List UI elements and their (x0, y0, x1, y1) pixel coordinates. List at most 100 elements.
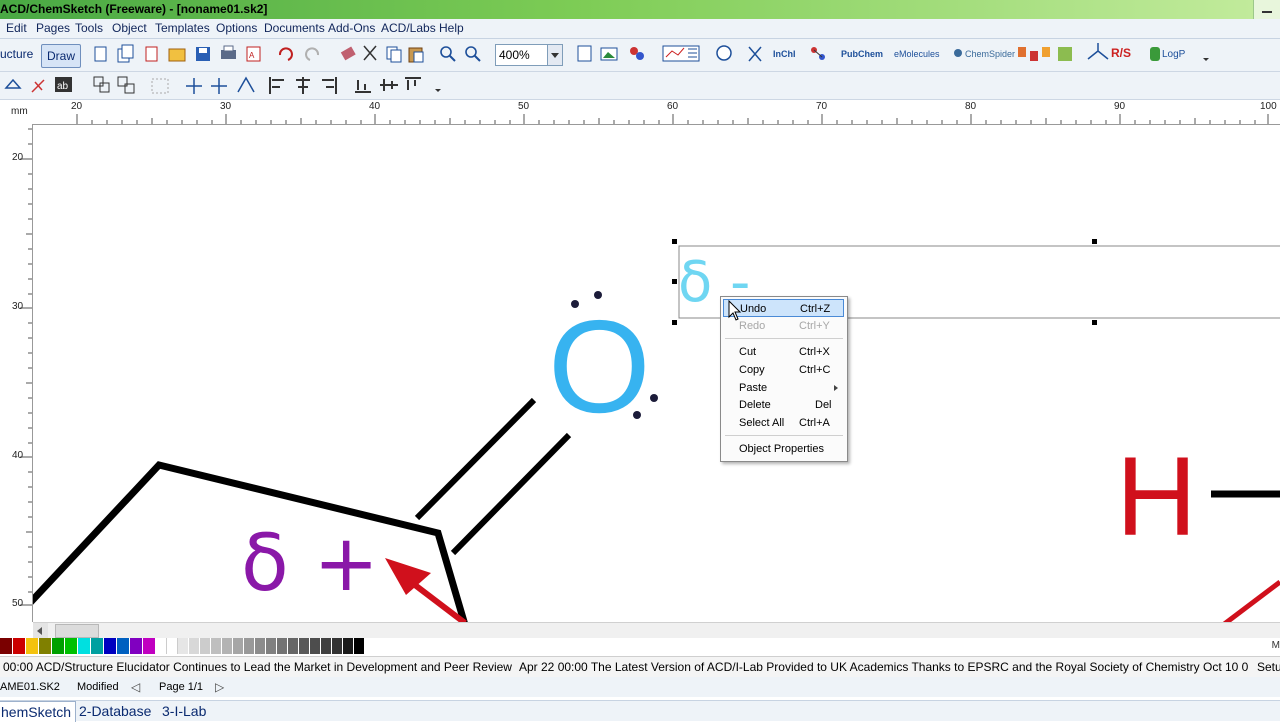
color-swatch[interactable] (13, 638, 26, 654)
selection-handle[interactable] (1092, 239, 1097, 244)
color-swatch[interactable] (78, 638, 91, 654)
color-swatch[interactable] (266, 638, 277, 654)
menu-add-ons[interactable]: Add-Ons (328, 21, 375, 35)
color-swatch[interactable] (65, 638, 78, 654)
menu-item-cut[interactable]: Cut Ctrl+X (723, 343, 844, 361)
export-pdf-icon[interactable]: A (246, 46, 261, 62)
color-swatch[interactable] (321, 638, 332, 654)
image-icon[interactable] (600, 47, 618, 61)
paste-icon[interactable] (408, 47, 424, 63)
color-swatch[interactable] (244, 638, 255, 654)
hydrogen-atom[interactable]: H (1116, 434, 1197, 559)
new-document-icon[interactable] (117, 44, 134, 63)
fit-page-icon[interactable] (577, 45, 592, 62)
align-middle-icon[interactable] (380, 79, 398, 91)
color-swatch[interactable] (0, 638, 13, 654)
color-swatch[interactable] (156, 638, 167, 654)
menu-tools[interactable]: Tools (75, 21, 103, 35)
new-page-icon[interactable] (94, 46, 107, 62)
color-swatch[interactable] (91, 638, 104, 654)
copy-icon[interactable] (386, 46, 402, 63)
toolbar-overflow-icon[interactable] (1203, 58, 1209, 61)
color-swatch[interactable] (222, 638, 233, 654)
color-swatch[interactable] (288, 638, 299, 654)
color-swatch[interactable] (130, 638, 143, 654)
menu-item-paste[interactable]: Paste (723, 379, 844, 397)
color-swatch[interactable] (117, 638, 130, 654)
menu-pages[interactable]: Pages (36, 21, 70, 35)
drawing-canvas[interactable]: δ - O δ + H (33, 125, 1280, 622)
emolecules-icon[interactable]: eMolecules (894, 49, 940, 59)
molecule-icon[interactable] (811, 47, 825, 60)
flip-horizontal-icon[interactable] (186, 78, 202, 94)
menu-documents[interactable]: Documents (264, 21, 325, 35)
align-bottom-icon[interactable] (355, 80, 371, 93)
selection-handle[interactable] (672, 320, 677, 325)
flip-icon[interactable] (31, 79, 45, 93)
group-icon[interactable] (93, 76, 110, 93)
undo-icon[interactable] (278, 47, 293, 61)
color-swatch[interactable] (178, 638, 189, 654)
open-icon[interactable] (168, 48, 186, 62)
selection-handle[interactable] (672, 239, 677, 244)
menu-help[interactable]: Help (439, 21, 464, 35)
color-swatch[interactable] (26, 638, 39, 654)
scroll-left-arrow[interactable] (33, 623, 48, 638)
rotate-icon[interactable] (4, 78, 22, 89)
color-swatch[interactable] (277, 638, 288, 654)
chevron-down-icon[interactable] (547, 45, 562, 65)
zoom-select[interactable]: 400% (495, 44, 563, 66)
color-swatch[interactable] (211, 638, 222, 654)
3d-viewer-icon[interactable] (630, 47, 644, 60)
tab-database[interactable]: 2-Database (79, 701, 151, 721)
color-swatch[interactable] (354, 638, 365, 654)
minimize-button[interactable] (1253, 0, 1280, 19)
color-swatch[interactable] (332, 638, 343, 654)
color-swatch[interactable] (104, 638, 117, 654)
save-icon[interactable] (196, 47, 210, 61)
chemspider-icon[interactable]: ChemSpider (954, 49, 1015, 59)
delta-plus-label[interactable]: δ + (241, 519, 379, 609)
color-swatch[interactable] (39, 638, 52, 654)
menu-item-copy[interactable]: Copy Ctrl+C (723, 361, 844, 379)
eraser-icon[interactable] (340, 46, 356, 61)
rs-icon[interactable]: R/S (1111, 46, 1131, 60)
color-swatch[interactable] (189, 638, 200, 654)
delete-page-icon[interactable] (145, 46, 158, 62)
lock-icon[interactable] (151, 78, 169, 94)
align-top-icon[interactable] (405, 77, 421, 90)
selection-handle[interactable] (672, 279, 677, 284)
stereo-icon[interactable] (1087, 43, 1109, 60)
color-swatch[interactable] (143, 638, 156, 654)
inchi-icon[interactable]: InChI (773, 49, 796, 59)
print-icon[interactable] (221, 45, 236, 59)
table-icon[interactable] (662, 45, 700, 62)
next-page-icon[interactable]: ▷ (215, 677, 224, 697)
news-item[interactable]: 00:00 ACD/Structure Elucidator Continues… (3, 657, 512, 677)
color-swatch[interactable] (52, 638, 65, 654)
news-item[interactable]: Oct 10 0 (1203, 657, 1248, 677)
logp-icon[interactable]: LogP (1150, 47, 1186, 61)
cut-icon[interactable] (363, 45, 377, 61)
zoom-out-icon[interactable] (465, 46, 481, 62)
color-swatch[interactable] (167, 638, 178, 654)
horizontal-scrollbar[interactable] (33, 622, 1280, 638)
align-left-icon[interactable] (269, 77, 284, 94)
redo-icon[interactable] (305, 47, 320, 61)
menu-item-delete[interactable]: Delete Del (723, 396, 844, 414)
scroll-thumb[interactable] (55, 624, 99, 638)
tab-chemsketch[interactable]: hemSketch (0, 701, 77, 722)
color-swatch[interactable] (343, 638, 354, 654)
news-item[interactable]: Apr 22 00:00 The Latest Version of ACD/I… (519, 657, 1200, 677)
menu-options[interactable]: Options (216, 21, 257, 35)
toolbar2-overflow-icon[interactable] (435, 89, 441, 92)
menu-templates[interactable]: Templates (155, 21, 210, 35)
menu-object[interactable]: Object (112, 21, 147, 35)
color-swatch[interactable] (255, 638, 266, 654)
tab-i-lab[interactable]: 3-I-Lab (162, 701, 206, 721)
structure-cleanup-icon[interactable] (748, 46, 762, 62)
prev-page-icon[interactable]: ◁ (131, 677, 140, 697)
color-swatch[interactable] (200, 638, 211, 654)
pubchem-icon[interactable]: PubChem (841, 49, 883, 59)
align-right-icon[interactable] (322, 77, 337, 94)
